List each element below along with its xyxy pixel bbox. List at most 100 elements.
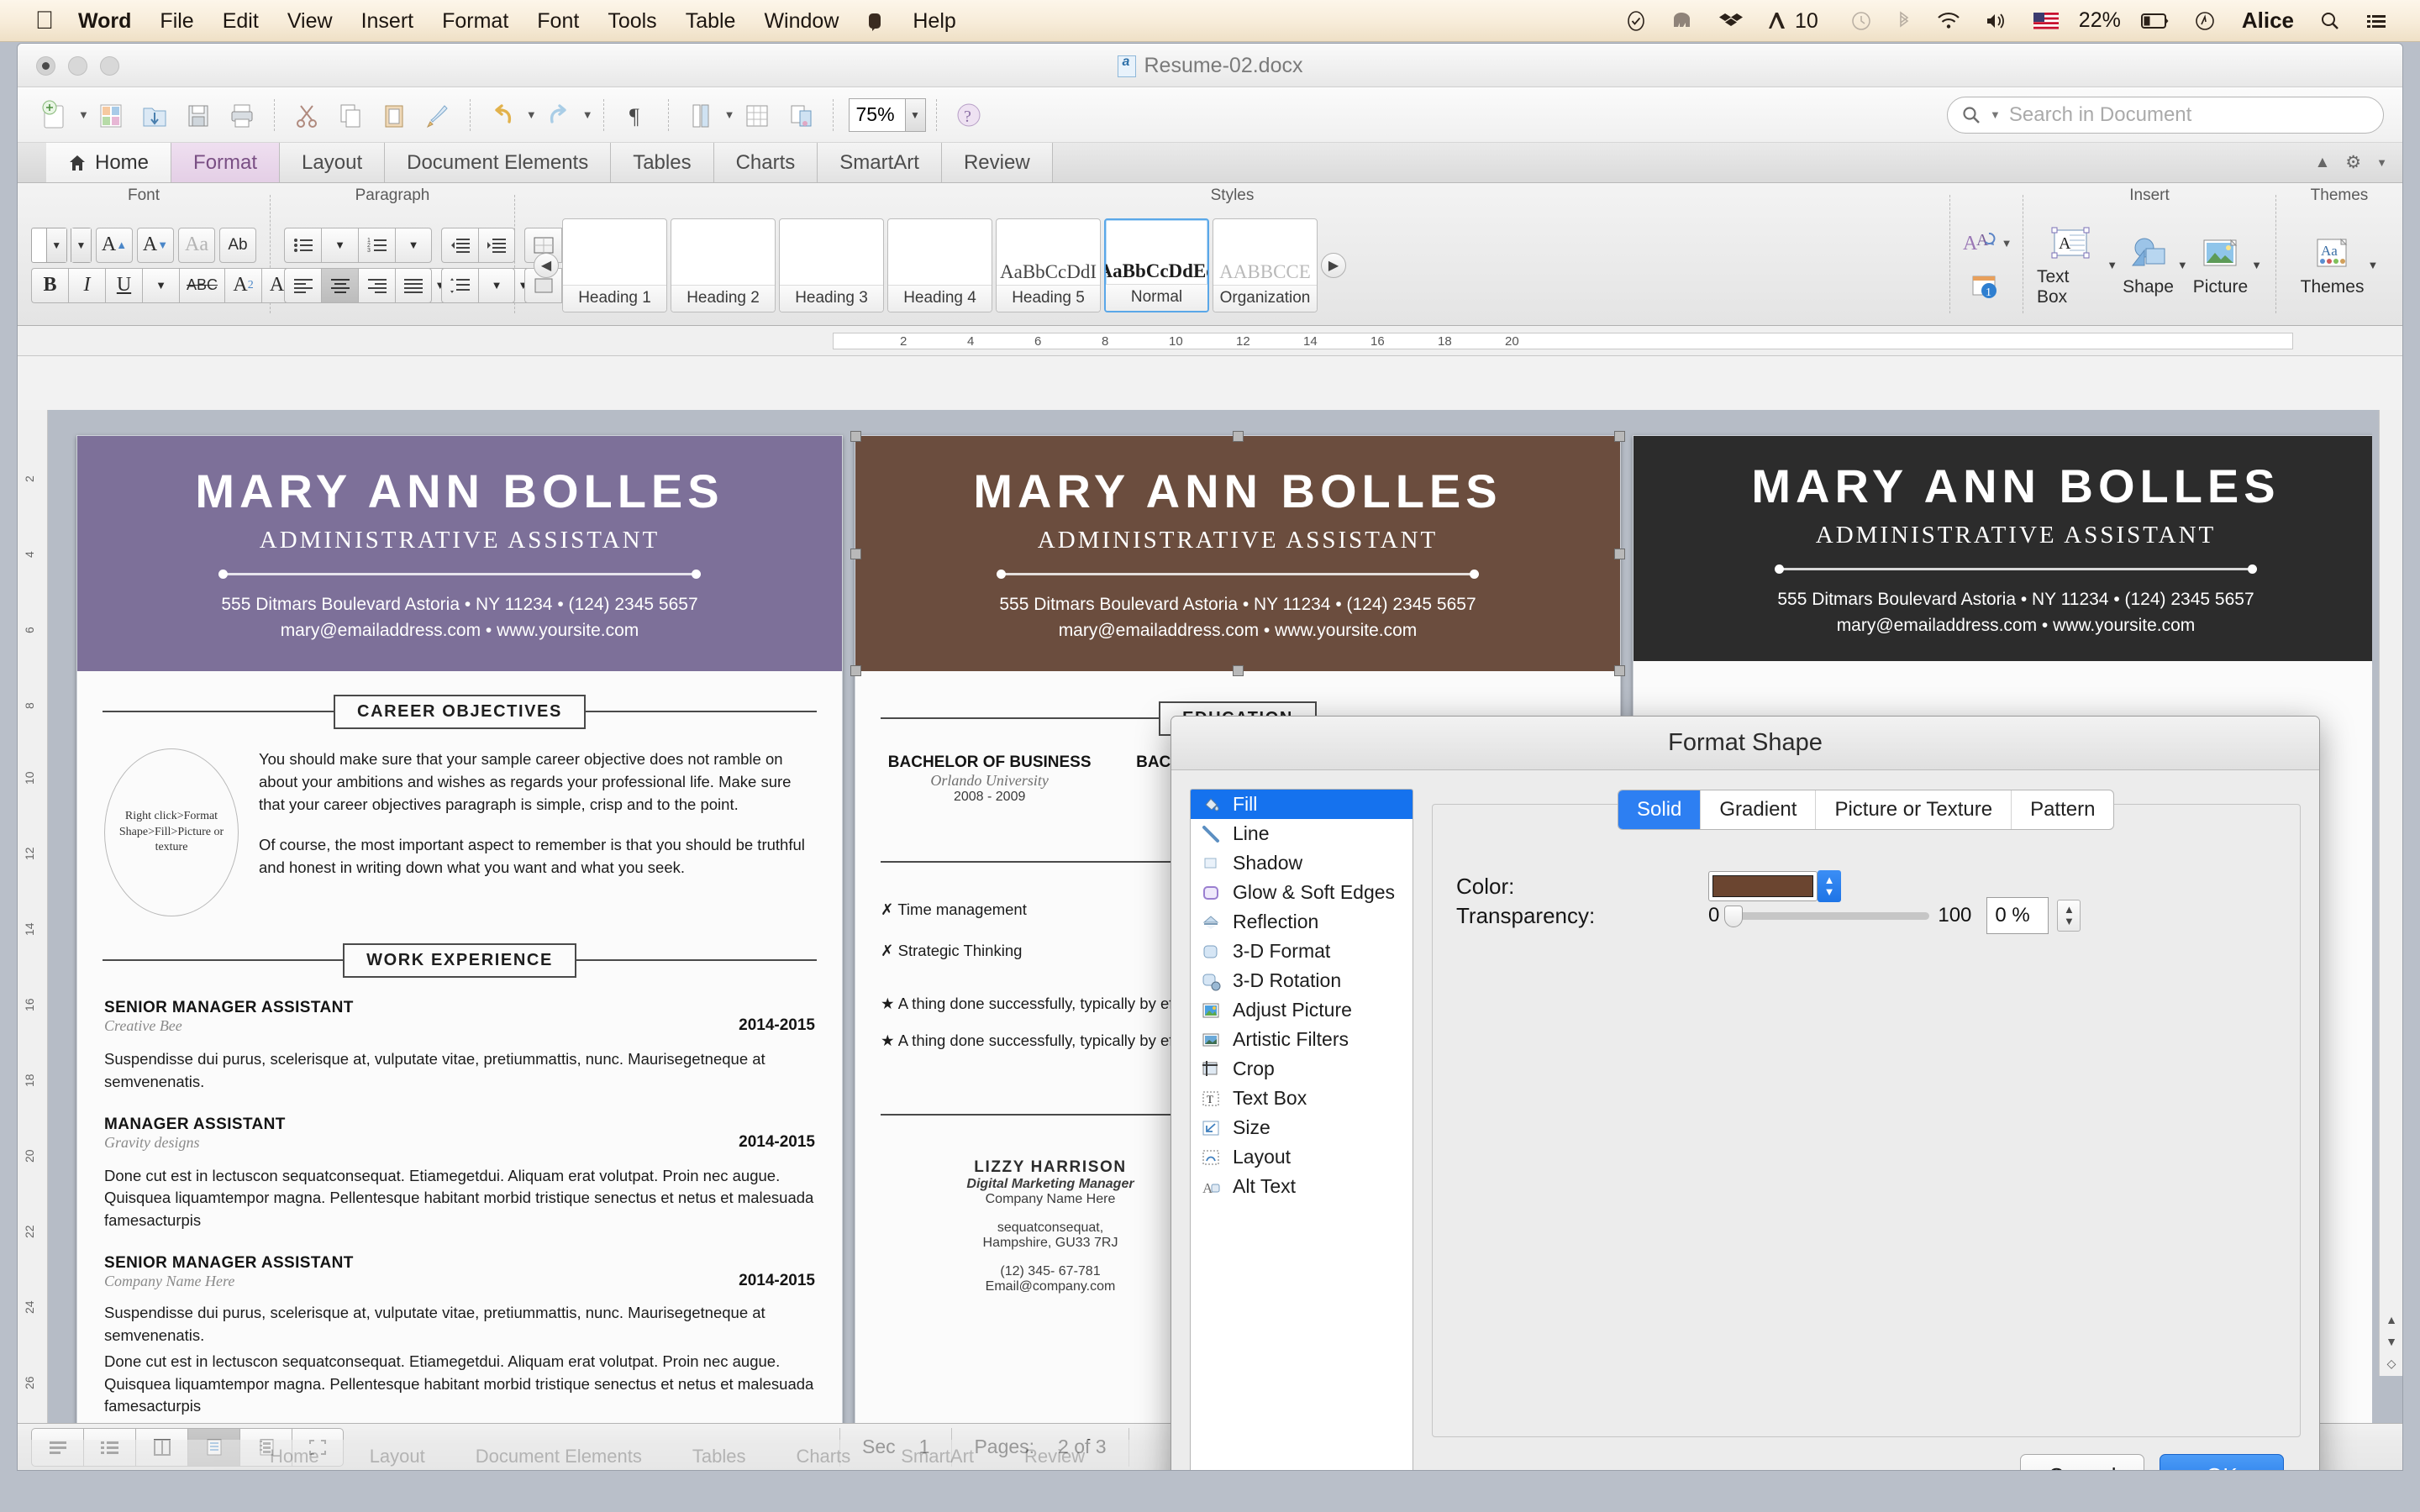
scroll-down-icon[interactable]: ▼: [2383, 1332, 2400, 1351]
selection-handle-bottom-left[interactable]: [850, 665, 861, 676]
fill-tab-solid[interactable]: Solid: [1618, 790, 1702, 829]
selection-handle-bottom-right[interactable]: [1614, 665, 1625, 676]
zoom-dropdown-icon[interactable]: ▼: [904, 98, 925, 131]
grow-font-button[interactable]: A ▲: [96, 227, 133, 263]
menu-item-word[interactable]: Word: [64, 0, 145, 42]
manage-styles-button[interactable]: AA ▼: [1954, 226, 2019, 261]
resume-banner-page1[interactable]: MARY ANN BOLLES ADMINISTRATIVE ASSISTANT…: [77, 436, 842, 671]
underline-dropdown-icon[interactable]: ▼: [142, 267, 179, 303]
selection-handle-top-left[interactable]: [850, 431, 861, 442]
transparency-slider[interactable]: [1724, 905, 1930, 927]
wifi-icon[interactable]: [1924, 0, 1973, 42]
dialog-item-text-box[interactable]: T Text Box: [1191, 1084, 1413, 1113]
table-button[interactable]: [735, 93, 779, 137]
menu-item-view[interactable]: View: [273, 0, 347, 42]
checkmark-circle-icon[interactable]: [1613, 0, 1659, 42]
resume-banner-page2[interactable]: MARY ANN BOLLES ADMINISTRATIVE ASSISTANT…: [850, 431, 1625, 676]
justify-button[interactable]: [395, 267, 432, 303]
undo-dropdown-icon[interactable]: ▼: [526, 108, 537, 121]
strikethrough-button[interactable]: ABC: [179, 267, 225, 303]
menu-item-window[interactable]: Window: [750, 0, 853, 42]
tab-document-elements[interactable]: Document Elements: [385, 143, 612, 182]
italic-button[interactable]: I: [68, 267, 105, 303]
fill-tab-picture-or-texture[interactable]: Picture or Texture: [1816, 790, 2012, 829]
user-name-label[interactable]: Alice: [2228, 8, 2307, 34]
horizontal-ruler[interactable]: 2 4 6 8 10 12 14 16 18 20: [18, 326, 2402, 356]
menu-item-tools[interactable]: Tools: [593, 0, 671, 42]
cancel-button[interactable]: Cancel: [2020, 1454, 2144, 1470]
font-size-dropdown-icon[interactable]: ▼: [71, 228, 91, 262]
style-card-heading-1[interactable]: Heading 1: [562, 218, 667, 312]
help-button[interactable]: ?: [947, 93, 991, 137]
font-size-input[interactable]: ▼: [71, 227, 92, 263]
styles-prev-button[interactable]: ◀: [534, 252, 559, 278]
style-card-normal[interactable]: AaBbCcDdEe Normal: [1104, 218, 1209, 312]
text-box-dropdown-icon[interactable]: ▼: [2107, 259, 2118, 271]
menu-item-format[interactable]: Format: [428, 0, 523, 42]
style-card-organization[interactable]: AABBCCE Organization: [1213, 218, 1318, 312]
scroll-page-icon[interactable]: ◇: [2383, 1354, 2400, 1373]
copy-button[interactable]: [329, 93, 372, 137]
insert-shape-button[interactable]: Shape ▼: [2123, 234, 2188, 297]
transparency-input[interactable]: 0 %: [1986, 897, 2049, 934]
dialog-item-adjust-picture[interactable]: Adjust Picture: [1191, 995, 1413, 1025]
line-spacing-button[interactable]: [441, 267, 478, 303]
ribbon-collapse-icon[interactable]: ▲: [2314, 154, 2330, 172]
ribbon-settings-gear-icon[interactable]: ⚙: [2345, 152, 2361, 173]
dialog-item-glow-soft-edges[interactable]: Glow & Soft Edges: [1191, 878, 1413, 907]
picture-dropdown-icon[interactable]: ▼: [2251, 259, 2262, 271]
reapply-style-button[interactable]: 1: [1961, 270, 2012, 305]
dialog-item-crop[interactable]: Crop: [1191, 1054, 1413, 1084]
insert-text-box-button[interactable]: A Text Box ▼: [2037, 223, 2118, 307]
open-recent-button[interactable]: [89, 93, 133, 137]
bluetooth-icon[interactable]: [1884, 0, 1924, 42]
decrease-indent-button[interactable]: [441, 227, 478, 263]
menu-item-help[interactable]: Help: [898, 0, 970, 42]
shape-dropdown-icon[interactable]: ▼: [2177, 259, 2188, 271]
line-spacing-dropdown-icon[interactable]: ▼: [478, 267, 515, 303]
selection-handle-top-center[interactable]: [1233, 431, 1244, 442]
align-right-button[interactable]: [358, 267, 395, 303]
clear-formatting-button[interactable]: Ab: [219, 227, 256, 263]
dialog-item-3d-rotation[interactable]: 3-D Rotation: [1191, 966, 1413, 995]
scroll-up-icon[interactable]: ▲: [2383, 1310, 2400, 1329]
columns-button[interactable]: [679, 93, 723, 137]
dialog-item-reflection[interactable]: Reflection: [1191, 907, 1413, 937]
shrink-font-button[interactable]: A ▼: [137, 227, 174, 263]
styles-next-button[interactable]: ▶: [1321, 252, 1346, 278]
dialog-item-layout[interactable]: Layout: [1191, 1142, 1413, 1172]
volume-icon[interactable]: [1973, 0, 2022, 42]
ok-button[interactable]: OK: [2160, 1454, 2284, 1470]
vertical-ruler[interactable]: 2 4 6 8 10 12 14 16 18 20 22 24 26 28: [18, 410, 48, 1423]
tab-smartart[interactable]: SmartArt: [818, 143, 942, 182]
search-scope-dropdown-icon[interactable]: ▼: [1990, 108, 2001, 121]
style-card-heading-5[interactable]: AaBbCcDdI Heading 5: [996, 218, 1101, 312]
fill-tab-gradient[interactable]: Gradient: [1701, 790, 1817, 829]
dialog-item-alt-text[interactable]: A Alt Text: [1191, 1172, 1413, 1201]
increase-indent-button[interactable]: [478, 227, 515, 263]
spotlight-search-icon[interactable]: [2307, 0, 2353, 42]
bold-button[interactable]: B: [31, 267, 68, 303]
dialog-item-shadow[interactable]: Shadow: [1191, 848, 1413, 878]
columns-dropdown-icon[interactable]: ▼: [724, 108, 735, 121]
show-formatting-button[interactable]: ¶: [614, 93, 658, 137]
fill-tab-pattern[interactable]: Pattern: [2012, 790, 2113, 829]
tab-home[interactable]: Home: [46, 143, 172, 182]
font-name-dropdown-icon[interactable]: ▼: [45, 228, 66, 262]
dialog-item-line[interactable]: Line: [1191, 819, 1413, 848]
dialog-item-artistic-filters[interactable]: Artistic Filters: [1191, 1025, 1413, 1054]
menu-item-edit[interactable]: Edit: [208, 0, 273, 42]
align-left-button[interactable]: [284, 267, 321, 303]
style-card-heading-4[interactable]: Heading 4: [887, 218, 992, 312]
redo-dropdown-icon[interactable]: ▼: [582, 108, 593, 121]
menu-item-file[interactable]: File: [145, 0, 208, 42]
dialog-item-3d-format[interactable]: 3-D Format: [1191, 937, 1413, 966]
new-document-button[interactable]: [33, 93, 76, 137]
battery-icon[interactable]: [2129, 0, 2181, 42]
dialog-item-size[interactable]: Size: [1191, 1113, 1413, 1142]
tab-charts[interactable]: Charts: [713, 143, 818, 182]
superscript-button[interactable]: A2: [224, 267, 262, 303]
manage-styles-dropdown-icon[interactable]: ▼: [2002, 237, 2012, 249]
document-page-1[interactable]: MARY ANN BOLLES ADMINISTRATIVE ASSISTANT…: [76, 435, 843, 1423]
tab-layout[interactable]: Layout: [280, 143, 386, 182]
